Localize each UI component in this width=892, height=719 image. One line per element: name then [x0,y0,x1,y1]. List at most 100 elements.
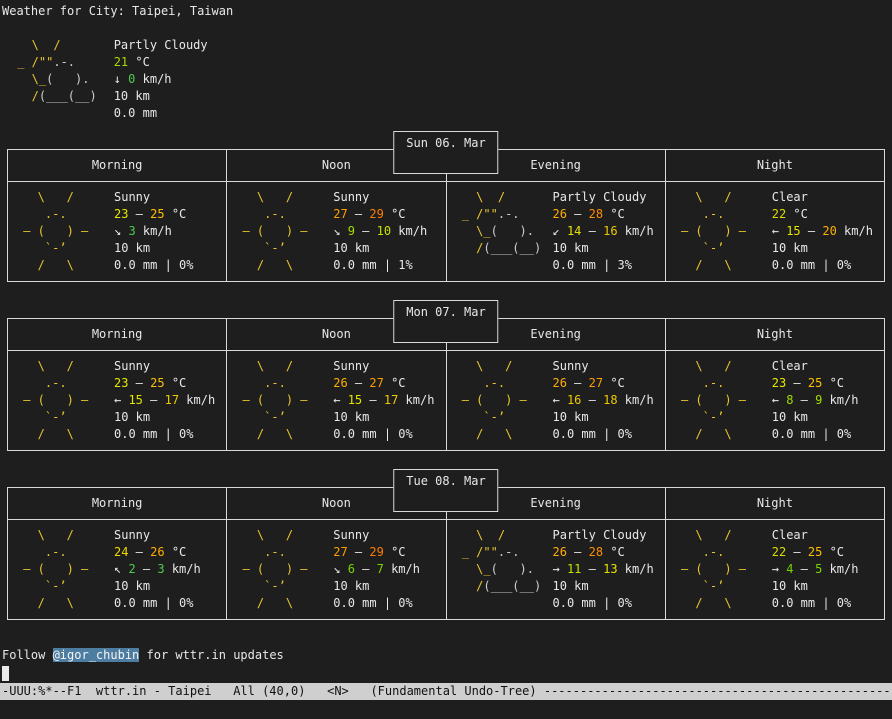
column-header-night: Night [666,319,884,350]
twitter-handle[interactable]: @igor_chubin [53,648,140,662]
precipitation-line: 0.0 mm | 0% [333,595,420,612]
clear-icon: \ / .-. – ( ) – `-’ / \ [674,527,764,612]
precipitation-line: 0.0 mm | 0% [772,426,859,443]
temperature-line: 23 – 25 °C [114,206,193,223]
precipitation-line: 0.0 mm | 0% [772,595,859,612]
wind-line: ↘ 6 – 7 km/h [333,561,420,578]
partly-cloudy-icon: \ / _ /"".-. \_( ). /(___(__) [10,37,97,122]
wind-line: ↙ 14 – 16 km/h [553,223,654,240]
page-title: Weather for City: Taipei, Taiwan [2,3,890,20]
text-cursor [2,666,9,681]
forecast-day-mon-07-mar: Mon 07. Mar Morning Noon Evening Night \… [2,318,890,451]
wind-line: ↘ 3 km/h [114,223,193,240]
weather-details: Partly Cloudy 26 – 28 °C ↙ 14 – 16 km/h … [553,189,654,274]
date-box: Tue 08. Mar [393,469,498,512]
date-label: Tue 08. Mar [406,474,485,488]
weather-details: Sunny 27 – 29 °C ↘ 6 – 7 km/h 10 km 0.0 … [333,527,420,612]
wind-line: ← 15 – 17 km/h [114,392,215,409]
visibility-line: 10 km [333,409,434,426]
weather-details: Partly Cloudy 26 – 28 °C → 11 – 13 km/h … [553,527,654,612]
forecast-row: \ / .-. – ( ) – `-’ / \ Sunny 23 – 25 °C… [8,351,884,450]
visibility-line: 10 km [772,240,873,257]
forecast-cell-night: \ / .-. – ( ) – `-’ / \ Clear 22 °C ← 15… [666,182,884,281]
weather-details: Sunny 26 – 27 °C ← 16 – 18 km/h 10 km 0.… [553,358,654,443]
forecast-cell-morning: \ / .-. – ( ) – `-’ / \ Sunny 24 – 26 °C… [8,520,227,619]
temperature-line: 26 – 27 °C [553,375,654,392]
forecast-cell-noon: \ / .-. – ( ) – `-’ / \ Sunny 27 – 29 °C… [227,520,446,619]
weather-details: Clear 22 – 25 °C → 4 – 5 km/h 10 km 0.0 … [772,527,859,612]
forecast-cell-noon: \ / .-. – ( ) – `-’ / \ Sunny 26 – 27 °C… [227,351,446,450]
terminal-screen[interactable]: Weather for City: Taipei, Taiwan \ / _ /… [0,0,892,681]
visibility-line: 10 km [553,409,654,426]
condition-text: Partly Cloudy [114,37,208,54]
precipitation-line: 0.0 mm [114,105,208,122]
forecast-day-sun-06-mar: Sun 06. Mar Morning Noon Evening Night \… [2,149,890,282]
date-box: Sun 06. Mar [393,131,498,174]
temperature-line: 27 – 29 °C [333,544,420,561]
sunny-icon: \ / .-. – ( ) – `-’ / \ [235,358,325,443]
echo-area [0,700,892,719]
wind-line: → 4 – 5 km/h [772,561,859,578]
weather-details: Sunny 24 – 26 °C ↖ 2 – 3 km/h 10 km 0.0 … [114,527,201,612]
wind-line: ← 15 – 20 km/h [772,223,873,240]
forecast-row: \ / .-. – ( ) – `-’ / \ Sunny 23 – 25 °C… [8,182,884,281]
column-header-night: Night [666,150,884,181]
wind-line: ↓ 0 km/h [114,71,208,88]
condition-text: Sunny [333,358,434,375]
sunny-icon: \ / .-. – ( ) – `-’ / \ [16,189,106,274]
visibility-line: 10 km [114,88,208,105]
precipitation-line: 0.0 mm | 0% [553,595,654,612]
wind-line: ↘ 9 – 10 km/h [333,223,427,240]
condition-text: Partly Cloudy [553,189,654,206]
visibility-line: 10 km [114,578,201,595]
forecast-day-tue-08-mar: Tue 08. Mar Morning Noon Evening Night \… [2,487,890,620]
precipitation-line: 0.0 mm | 0% [333,426,434,443]
temperature-line: 26 – 28 °C [553,544,654,561]
column-header-morning: Morning [8,150,227,181]
forecast-cell-morning: \ / .-. – ( ) – `-’ / \ Sunny 23 – 25 °C… [8,351,227,450]
condition-text: Sunny [114,189,193,206]
condition-text: Sunny [333,189,427,206]
clear-icon: \ / .-. – ( ) – `-’ / \ [674,358,764,443]
follow-line: Follow @igor_chubin for wttr.in updates [2,647,890,664]
condition-text: Sunny [114,527,201,544]
precipitation-line: 0.0 mm | 0% [114,595,201,612]
visibility-line: 10 km [553,240,654,257]
partly-cloudy-icon: \ / _ /"".-. \_( ). /(___(__) [455,189,545,274]
precipitation-line: 0.0 mm | 0% [114,257,193,274]
precipitation-line: 0.0 mm | 0% [114,426,215,443]
condition-text: Partly Cloudy [553,527,654,544]
weather-details: Sunny 27 – 29 °C ↘ 9 – 10 km/h 10 km 0.0… [333,189,427,274]
temperature-line: 27 – 29 °C [333,206,427,223]
visibility-line: 10 km [553,578,654,595]
precipitation-line: 0.0 mm | 3% [553,257,654,274]
precipitation-line: 0.0 mm | 0% [772,257,873,274]
weather-details: Sunny 26 – 27 °C ← 15 – 17 km/h 10 km 0.… [333,358,434,443]
wind-line: ← 16 – 18 km/h [553,392,654,409]
temperature-line: 24 – 26 °C [114,544,201,561]
visibility-line: 10 km [772,578,859,595]
emacs-modeline[interactable]: -UUU:%*--F1 wttr.in - Taipei All (40,0) … [0,683,892,700]
visibility-line: 10 km [333,578,420,595]
follow-suffix: for wttr.in updates [139,648,284,662]
column-header-night: Night [666,488,884,519]
date-box: Mon 07. Mar [393,300,498,343]
condition-text: Clear [772,527,859,544]
follow-prefix: Follow [2,648,53,662]
temperature-line: 23 – 25 °C [772,375,859,392]
condition-text: Clear [772,189,873,206]
current-details: Partly Cloudy 21 °C ↓ 0 km/h 10 km 0.0 m… [114,37,208,122]
visibility-line: 10 km [772,409,859,426]
temperature-line: 22 – 25 °C [772,544,859,561]
forecast-cell-evening: \ / _ /"".-. \_( ). /(___(__) Partly Clo… [447,520,666,619]
current-conditions: \ / _ /"".-. \_( ). /(___(__) Partly Clo… [2,37,890,122]
wind-line: ← 15 – 17 km/h [333,392,434,409]
wind-line: ↖ 2 – 3 km/h [114,561,201,578]
condition-text: Sunny [114,358,215,375]
column-header-morning: Morning [8,319,227,350]
sunny-icon: \ / .-. – ( ) – `-’ / \ [235,189,325,274]
weather-details: Clear 23 – 25 °C ← 8 – 9 km/h 10 km 0.0 … [772,358,859,443]
temperature-line: 21 °C [114,54,208,71]
partly-cloudy-icon: \ / _ /"".-. \_( ). /(___(__) [455,527,545,612]
visibility-line: 10 km [114,240,193,257]
